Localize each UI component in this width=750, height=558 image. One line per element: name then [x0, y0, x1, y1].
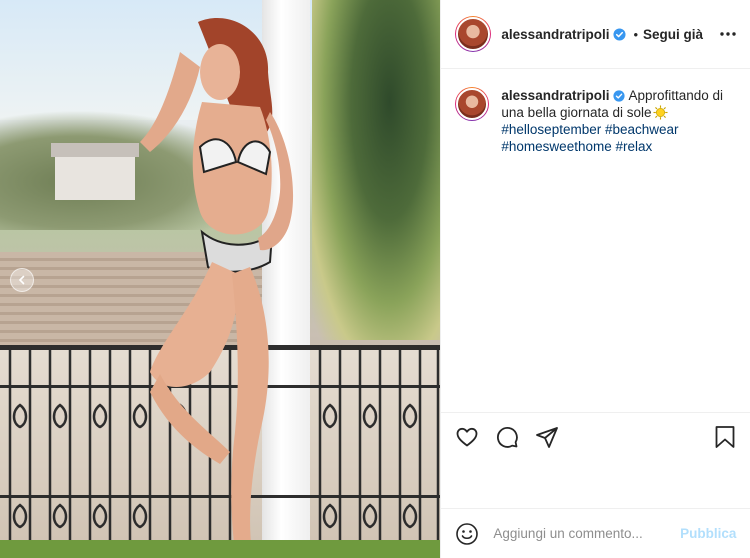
carousel-prev-button[interactable] — [10, 268, 34, 292]
hashtag-link[interactable]: #beachwear — [605, 122, 679, 137]
smiley-icon — [456, 522, 479, 545]
heart-icon — [457, 427, 478, 446]
save-button[interactable] — [714, 425, 736, 449]
post-side-panel: alessandratripoli • Segui già alessandra… — [440, 0, 750, 558]
caption-text: alessandratripoli Approfittando di una b… — [501, 87, 736, 155]
author-avatar-ring[interactable] — [455, 16, 492, 52]
caption-avatar[interactable] — [456, 88, 489, 120]
media-grass — [0, 540, 441, 558]
more-horizontal-icon — [720, 32, 736, 36]
paper-plane-icon — [536, 426, 559, 448]
instagram-post: alessandratripoli • Segui già alessandra… — [0, 0, 750, 558]
author-avatar[interactable] — [456, 17, 491, 51]
comment-input[interactable] — [491, 525, 681, 542]
separator-dot: • — [633, 26, 639, 42]
comment-button[interactable] — [495, 425, 519, 449]
emoji-button[interactable] — [455, 522, 479, 546]
sun-emoji-icon — [652, 105, 668, 120]
post-actions — [441, 412, 750, 460]
comment-bar: Pubblica — [441, 508, 750, 558]
publish-button[interactable]: Pubblica — [680, 526, 736, 541]
more-options-button[interactable] — [720, 32, 736, 36]
media-person — [140, 17, 294, 552]
comment-icon — [497, 426, 519, 448]
share-button[interactable] — [535, 425, 559, 449]
verified-badge-icon — [613, 90, 626, 102]
author-username[interactable]: alessandratripoli — [501, 27, 609, 42]
following-button[interactable]: Segui già — [643, 27, 703, 42]
hashtag-link[interactable]: #homesweethome — [501, 139, 611, 154]
media-trees — [312, 0, 441, 340]
post-media[interactable] — [0, 0, 441, 558]
hashtag-link[interactable]: #helloseptember — [501, 122, 601, 137]
hashtag-link[interactable]: #relax — [616, 139, 653, 154]
verified-badge-icon — [613, 27, 626, 41]
like-button[interactable] — [455, 425, 479, 449]
bookmark-icon — [716, 425, 735, 448]
caption-avatar-ring[interactable] — [455, 87, 490, 121]
chevron-left-icon — [18, 275, 25, 285]
post-caption: alessandratripoli Approfittando di una b… — [441, 69, 750, 155]
post-header: alessandratripoli • Segui già — [441, 0, 750, 69]
caption-username[interactable]: alessandratripoli — [501, 88, 609, 103]
